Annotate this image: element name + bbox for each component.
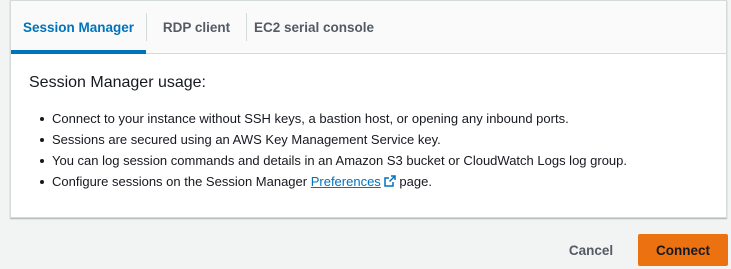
list-item: Configure sessions on the Session Manage… <box>40 171 712 192</box>
connection-tabs: Session Manager RDP client EC2 serial co… <box>11 1 726 54</box>
preferences-link[interactable]: Preferences <box>311 174 396 189</box>
external-link-icon <box>384 175 396 187</box>
list-item: Connect to your instance without SSH key… <box>40 108 712 129</box>
configure-text-after: page. <box>395 174 432 189</box>
list-item: You can log session commands and details… <box>40 150 712 171</box>
tab-session-manager[interactable]: Session Manager <box>11 1 146 54</box>
cancel-button[interactable]: Cancel <box>558 235 624 265</box>
tab-ec2-serial-console[interactable]: EC2 serial console <box>247 1 381 53</box>
configure-text-before: Configure sessions on the Session Manage… <box>52 174 311 189</box>
preferences-link-label: Preferences <box>310 174 381 189</box>
tab-label: EC2 serial console <box>253 19 375 35</box>
connect-panel: Session Manager RDP client EC2 serial co… <box>10 0 727 218</box>
tab-rdp-client[interactable]: RDP client <box>147 1 246 53</box>
tab-label: RDP client <box>162 19 231 35</box>
list-item: Sessions are secured using an AWS Key Ma… <box>40 129 712 150</box>
connect-label: Connect <box>656 242 710 258</box>
tab-label: Session Manager <box>22 19 135 35</box>
cancel-label: Cancel <box>568 242 614 258</box>
connect-button[interactable]: Connect <box>638 234 728 266</box>
usage-title: Session Manager usage: <box>29 74 206 91</box>
usage-list: Connect to your instance without SSH key… <box>40 108 712 192</box>
